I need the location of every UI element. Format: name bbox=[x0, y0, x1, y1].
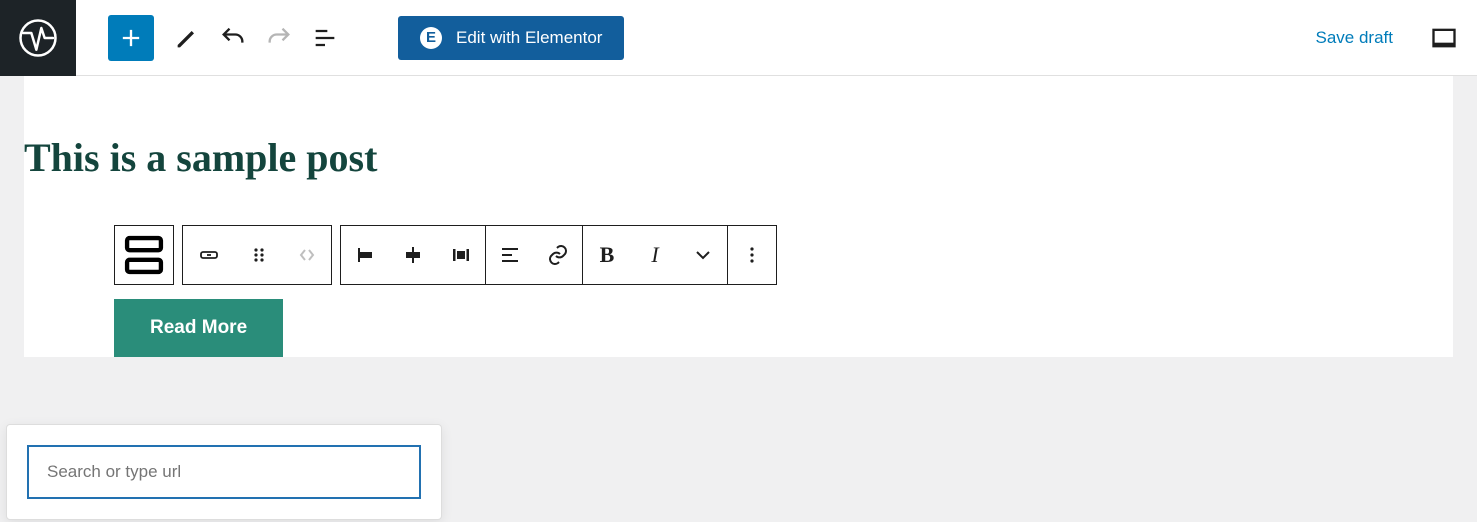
block-toolbar: B I bbox=[114, 225, 1453, 285]
editor-canvas: This is a sample post te bbox=[24, 76, 1453, 357]
top-toolbar: E Edit with Elementor Save draft bbox=[0, 0, 1477, 76]
text-align-icon[interactable] bbox=[486, 226, 534, 284]
move-updown-icon[interactable] bbox=[283, 226, 331, 284]
edit-with-elementor-button[interactable]: E Edit with Elementor bbox=[398, 16, 624, 60]
link-url-input[interactable] bbox=[27, 445, 421, 499]
undo-button[interactable] bbox=[210, 15, 256, 61]
add-block-button[interactable] bbox=[108, 15, 154, 61]
drag-handle-icon[interactable] bbox=[235, 226, 283, 284]
preview-button[interactable] bbox=[1421, 15, 1467, 61]
edit-mode-button[interactable] bbox=[164, 15, 210, 61]
block-type-button[interactable] bbox=[114, 225, 174, 285]
redo-button[interactable] bbox=[256, 15, 302, 61]
more-formatting-icon[interactable] bbox=[679, 226, 727, 284]
align-left-icon[interactable] bbox=[341, 226, 389, 284]
post-title[interactable]: This is a sample post bbox=[24, 134, 1453, 181]
options-icon[interactable] bbox=[728, 226, 776, 284]
transform-button-icon[interactable] bbox=[183, 226, 235, 284]
wordpress-logo[interactable] bbox=[0, 0, 76, 76]
bold-button[interactable]: B bbox=[583, 226, 631, 284]
italic-button[interactable]: I bbox=[631, 226, 679, 284]
document-overview-button[interactable] bbox=[302, 15, 348, 61]
link-icon[interactable] bbox=[534, 226, 582, 284]
elementor-icon: E bbox=[420, 27, 442, 49]
align-center-icon[interactable] bbox=[389, 226, 437, 284]
save-draft-button[interactable]: Save draft bbox=[1316, 28, 1394, 48]
align-justify-icon[interactable] bbox=[437, 226, 485, 284]
read-more-button[interactable]: Read More bbox=[114, 299, 283, 357]
elementor-label: Edit with Elementor bbox=[456, 28, 602, 48]
link-popover bbox=[6, 424, 442, 520]
